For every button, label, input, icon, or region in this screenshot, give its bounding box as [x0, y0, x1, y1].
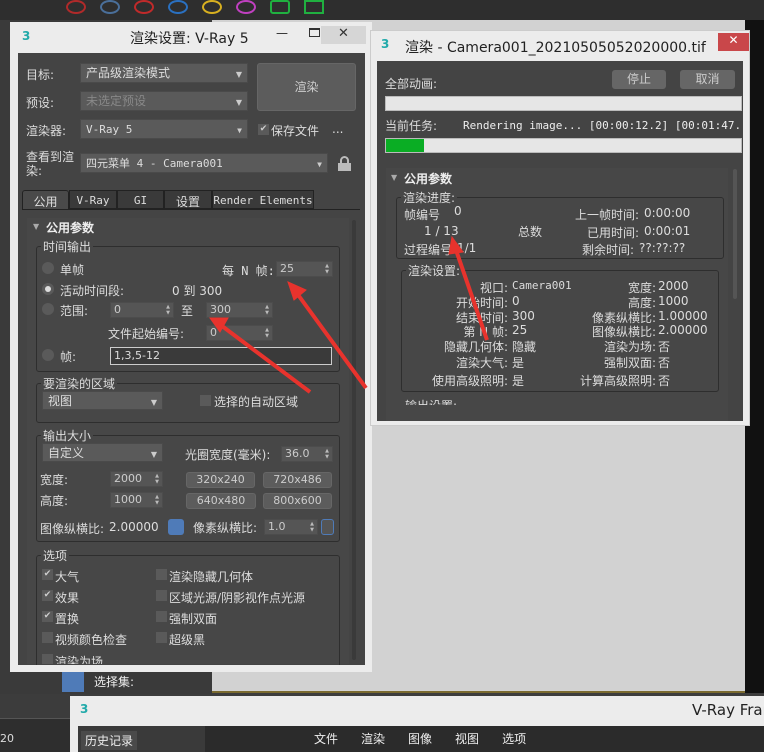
arrow-frame-count — [454, 249, 489, 341]
arrow-range-to — [220, 324, 312, 394]
annotation-arrows — [209, 235, 489, 394]
arrow-head — [448, 235, 464, 255]
arrow-every-n — [294, 290, 368, 390]
arrow-head — [287, 281, 307, 301]
